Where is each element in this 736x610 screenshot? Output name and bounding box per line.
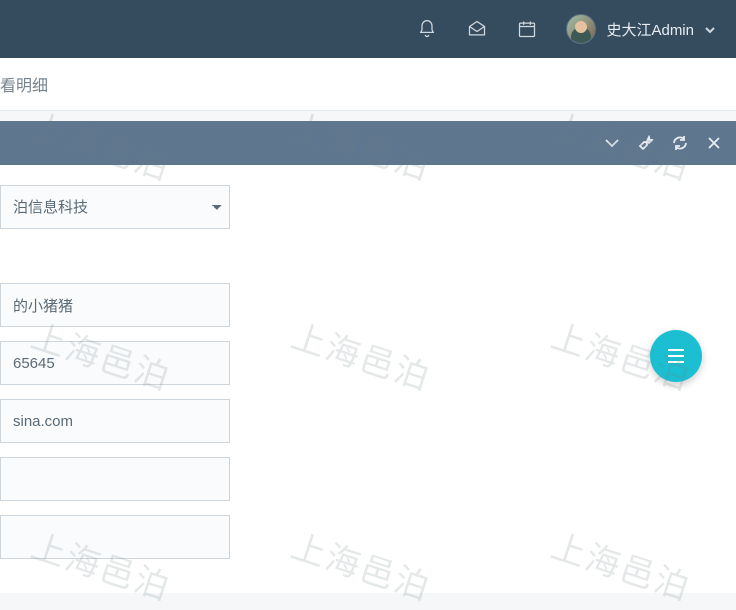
company-select[interactable]: 泊信息科技 bbox=[0, 185, 230, 229]
form-area: 泊信息科技 bbox=[0, 165, 736, 593]
avatar bbox=[566, 14, 596, 44]
breadcrumb: 看明细 bbox=[0, 58, 736, 111]
field-extra-2[interactable] bbox=[0, 515, 230, 559]
top-bar: 史大江Admin bbox=[0, 0, 736, 58]
breadcrumb-tail: 看明细 bbox=[0, 78, 48, 95]
close-icon[interactable] bbox=[706, 135, 722, 151]
field-extra-1[interactable] bbox=[0, 457, 230, 501]
field-email[interactable] bbox=[0, 399, 230, 443]
fab-menu-button[interactable] bbox=[650, 330, 702, 382]
bell-icon[interactable] bbox=[416, 18, 438, 40]
panel-header bbox=[0, 121, 736, 165]
wrench-icon[interactable] bbox=[638, 135, 654, 151]
field-number[interactable] bbox=[0, 341, 230, 385]
calendar-icon[interactable] bbox=[516, 18, 538, 40]
chevron-down-icon bbox=[704, 23, 716, 35]
field-nickname[interactable] bbox=[0, 283, 230, 327]
envelope-open-icon[interactable] bbox=[466, 18, 488, 40]
user-menu[interactable]: 史大江Admin bbox=[566, 14, 716, 44]
refresh-icon[interactable] bbox=[672, 135, 688, 151]
user-name-label: 史大江Admin bbox=[606, 19, 694, 40]
dropdown-tool-icon[interactable] bbox=[604, 135, 620, 151]
